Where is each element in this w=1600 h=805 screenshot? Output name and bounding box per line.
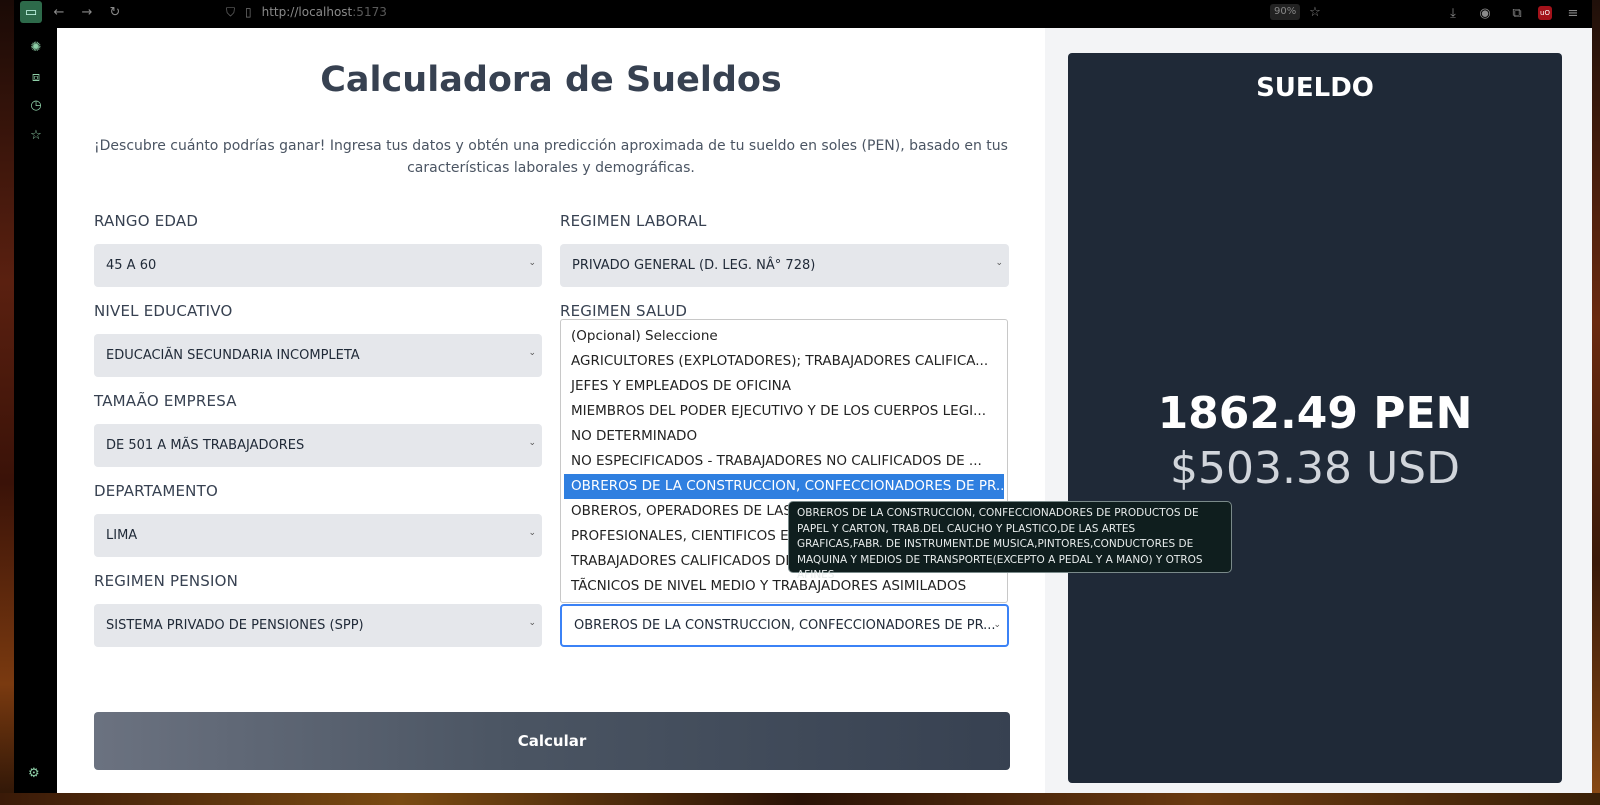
- result-panel: SUELDO 1862.49 PEN $503.38 USD: [1068, 53, 1562, 783]
- regimen-salud-label: REGIMEN SALUD: [560, 302, 688, 320]
- sidebar-settings-icon[interactable]: ⚙: [28, 766, 40, 781]
- url-host: http://localhost: [261, 5, 353, 19]
- regimen-laboral-value: PRIVADO GENERAL (D. LEG. NÂ° 728): [572, 258, 816, 273]
- chevron-down-icon: ⌄: [528, 258, 536, 268]
- bookmarks-icon[interactable]: ☆: [28, 128, 44, 144]
- tamano-empresa-value: DE 501 A MÃS TRABAJADORES: [106, 438, 305, 453]
- regimen-pension-select[interactable]: SISTEMA PRIVADO DE PENSIONES (SPP) ⌄: [94, 604, 542, 647]
- chevron-down-icon: ⌄: [995, 258, 1003, 268]
- calcular-button[interactable]: Calcular: [94, 712, 1010, 770]
- option-tooltip: OBREROS DE LA CONSTRUCCION, CONFECCIONAD…: [788, 501, 1232, 581]
- synced-tabs-icon[interactable]: ⧈: [28, 70, 44, 86]
- departamento-label: DEPARTAMENTO: [94, 482, 218, 500]
- nivel-educativo-label: NIVEL EDUCATIVO: [94, 302, 233, 320]
- chevron-down-icon: ⌄: [528, 618, 536, 628]
- forward-icon[interactable]: →: [76, 1, 98, 23]
- nivel-educativo-select[interactable]: EDUCACIÃN SECUNDARIA INCOMPLETA ⌄: [94, 334, 542, 377]
- departamento-select[interactable]: LIMA ⌄: [94, 514, 542, 557]
- desktop-wallpaper-right: [1592, 0, 1600, 805]
- regimen-laboral-select[interactable]: PRIVADO GENERAL (D. LEG. NÂ° 728) ⌄: [560, 244, 1009, 287]
- dropdown-option[interactable]: MIEMBROS DEL PODER EJECUTIVO Y DE LOS CU…: [561, 399, 1007, 424]
- history-icon[interactable]: ◷: [28, 98, 44, 114]
- extensions-icon[interactable]: ⧉: [1506, 2, 1528, 24]
- result-usd-value: $503.38 USD: [1170, 443, 1460, 494]
- ocupacion-value: OBREROS DE LA CONSTRUCCION, CONFECCIONAD…: [574, 618, 996, 633]
- ocupacion-select[interactable]: OBREROS DE LA CONSTRUCCION, CONFECCIONAD…: [560, 604, 1009, 647]
- desktop-wallpaper-left: [0, 0, 14, 805]
- desktop-wallpaper-bottom: [0, 793, 1600, 805]
- toolbar-right-icons: ⤓ ◉ ⧉ uO ≡: [1442, 2, 1584, 24]
- zoom-level-badge[interactable]: 90%: [1270, 4, 1301, 20]
- menu-icon[interactable]: ≡: [1562, 2, 1584, 24]
- page-subtitle: ¡Descubre cuánto podrías ganar! Ingresa …: [94, 138, 1008, 176]
- bookmark-star-icon[interactable]: ☆: [1304, 1, 1326, 23]
- reload-icon[interactable]: ↻: [104, 1, 126, 23]
- rango-edad-select[interactable]: 45 A 60 ⌄: [94, 244, 542, 287]
- departamento-value: LIMA: [106, 528, 138, 543]
- dropdown-option-selected[interactable]: OBREROS DE LA CONSTRUCCION, CONFECCIONAD…: [564, 474, 1004, 499]
- tamano-empresa-label: TAMAÃO EMPRESA: [94, 392, 237, 410]
- page-title: Calculadora de Sueldos: [320, 60, 782, 100]
- chevron-down-icon: ⌄: [528, 348, 536, 358]
- rango-edad-value: 45 A 60: [106, 258, 157, 273]
- dropdown-option[interactable]: NO ESPECIFICADOS - TRABAJADORES NO CALIF…: [561, 449, 1007, 474]
- dropdown-option[interactable]: NO DETERMINADO: [561, 424, 1007, 449]
- regimen-pension-label: REGIMEN PENSION: [94, 572, 239, 590]
- chevron-down-icon: ⌄: [528, 438, 536, 448]
- dropdown-option[interactable]: TÃCNICOS DE NIVEL MEDIO Y TRABAJADORES A…: [561, 574, 1007, 599]
- result-title: SUELDO: [1256, 73, 1374, 103]
- download-icon[interactable]: ⤓: [1442, 2, 1464, 24]
- regimen-laboral-label: REGIMEN LABORAL: [560, 212, 707, 230]
- tamano-empresa-select[interactable]: DE 501 A MÃS TRABAJADORES ⌄: [94, 424, 542, 467]
- result-pen-value: 1862.49 PEN: [1157, 388, 1473, 439]
- ai-chat-icon[interactable]: ✺: [28, 40, 44, 56]
- regimen-pension-value: SISTEMA PRIVADO DE PENSIONES (SPP): [106, 618, 364, 633]
- ublock-icon[interactable]: uO: [1538, 6, 1552, 20]
- browser-sidebar: ✺ ⧈ ◷ ☆: [14, 28, 57, 793]
- nivel-educativo-value: EDUCACIÃN SECUNDARIA INCOMPLETA: [106, 348, 360, 363]
- sidebar-toggle-icon[interactable]: ▭: [20, 1, 42, 23]
- chevron-down-icon: ⌄: [528, 528, 536, 538]
- dropdown-option[interactable]: (Opcional) Seleccione: [561, 324, 1007, 349]
- shield-icon[interactable]: ⛉: [226, 5, 235, 20]
- chevron-down-icon: ⌄: [993, 620, 1001, 630]
- account-icon[interactable]: ◉: [1474, 2, 1496, 24]
- url-port: :5173: [352, 5, 387, 19]
- page-icon: ▯: [245, 5, 252, 19]
- dropdown-option[interactable]: JEFES Y EMPLEADOS DE OFICINA: [561, 374, 1007, 399]
- rango-edad-label: RANGO EDAD: [94, 212, 199, 230]
- back-icon[interactable]: ←: [48, 1, 70, 23]
- url-bar[interactable]: ⛉ ▯ http://localhost:5173: [226, 2, 1306, 22]
- dropdown-option[interactable]: AGRICULTORES (EXPLOTADORES); TRABAJADORE…: [561, 349, 1007, 374]
